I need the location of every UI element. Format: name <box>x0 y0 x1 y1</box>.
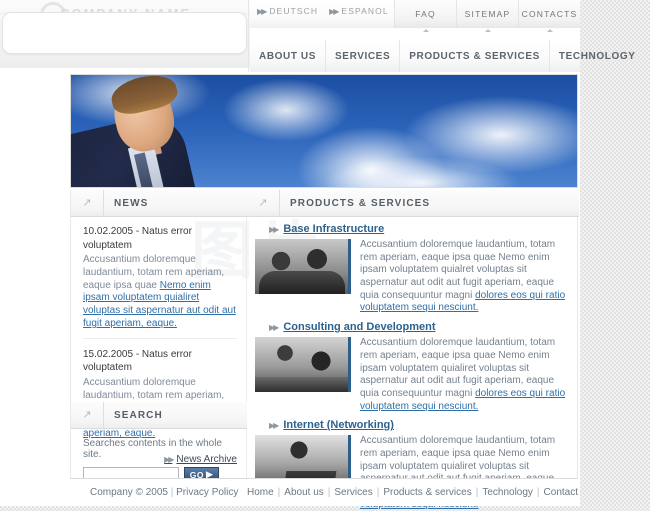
logo-plate <box>2 12 247 54</box>
news-item: 10.02.2005 - Natus error voluptatem Accu… <box>83 225 237 339</box>
footer-divider: | <box>475 487 479 498</box>
service-title-link[interactable]: Consulting and Development <box>283 321 435 333</box>
footer-link-services[interactable]: Services <box>334 487 372 498</box>
arrow-up-right-icon: ↗ <box>258 196 268 209</box>
double-arrow-icon: ▶▶ <box>257 6 267 16</box>
tab-faq-label: FAQ <box>415 9 436 19</box>
hero-businessman-photo <box>71 75 236 187</box>
footer-divider: | <box>277 487 281 498</box>
logo-plate-inner <box>12 18 234 30</box>
hero-banner <box>70 74 578 188</box>
main-navigation: ABOUT US SERVICES PRODUCTS & SERVICES TE… <box>250 40 635 72</box>
footer-links: Home | About us | Services | Products & … <box>247 487 578 498</box>
arrow-up-right-icon: ↗ <box>82 408 92 421</box>
footer-link-technology[interactable]: Technology <box>482 487 533 498</box>
footer-divider: | <box>170 487 174 498</box>
news-section-header: ↗ NEWS <box>71 190 247 217</box>
double-arrow-icon: ▶▶ <box>269 224 279 234</box>
utility-tabs: FAQ SITEMAP CONTACTS <box>394 0 580 32</box>
content-area: 图片 ↗ NEWS 10.02.2005 - Natus error volup… <box>70 190 579 510</box>
search-body: Searches contents in the whole site. GO … <box>71 429 247 482</box>
footer-link-contact[interactable]: Contact <box>544 487 578 498</box>
caret-down-icon <box>546 29 553 32</box>
footer-privacy-link[interactable]: Privacy Policy <box>176 487 238 498</box>
service-title-link[interactable]: Base Infrastructure <box>283 223 384 235</box>
service-title-row: ▶▶ Internet (Networking) <box>255 419 571 431</box>
nav-item-about-us-label: ABOUT US <box>259 50 317 62</box>
caret-down-icon <box>484 29 491 32</box>
caret-down-icon <box>422 29 429 32</box>
service-row: Accusantium doloremque laudantium, totam… <box>255 239 571 315</box>
lang-link-espanol[interactable]: ▶▶ ESPANOL <box>329 6 389 16</box>
products-section-title: PRODUCTS & SERVICES <box>279 190 579 216</box>
footer-divider: | <box>376 487 380 498</box>
footer-link-home[interactable]: Home <box>247 487 274 498</box>
news-item-date: 10.02.2005 - Natus error voluptatem <box>83 226 192 251</box>
news-section-title: NEWS <box>103 190 247 216</box>
service-title-link[interactable]: Internet (Networking) <box>283 419 394 431</box>
two-businessmen-photo <box>255 239 351 294</box>
tab-contacts-label: CONTACTS <box>521 9 578 19</box>
service-item: ▶▶ Consulting and Development Accusantiu… <box>247 321 579 413</box>
lang-link-espanol-label: ESPANOL <box>341 6 389 16</box>
left-column: ↗ NEWS 10.02.2005 - Natus error voluptat… <box>71 190 247 482</box>
header-divider <box>248 0 249 72</box>
arrow-up-right-icon: ↗ <box>82 196 92 209</box>
service-text: Accusantium doloremque laudantium, totam… <box>351 239 571 315</box>
footer-divider: | <box>327 487 331 498</box>
site-header: COMPANY NAME ▶▶ DEUTSCH ▶▶ ESPANOL <box>0 0 635 72</box>
footer-copyright: Company © 2005 <box>90 487 168 498</box>
services-list: ▶▶ Base Infrastructure Accusantium dolor… <box>247 217 579 511</box>
news-item-date: 15.02.2005 - Natus error voluptatem <box>83 348 192 374</box>
search-caption: Searches contents in the whole site. <box>83 438 222 460</box>
tab-faq[interactable]: FAQ <box>394 0 456 32</box>
tab-contacts[interactable]: CONTACTS <box>518 0 580 32</box>
footer-link-about-us[interactable]: About us <box>284 487 323 498</box>
footer-left: Company © 2005 | Privacy Policy <box>70 487 247 498</box>
right-column: ↗ PRODUCTS & SERVICES ▶▶ Base Infrastruc… <box>247 190 579 510</box>
products-section-header: ↗ PRODUCTS & SERVICES <box>247 190 579 217</box>
right-background-rail <box>580 0 650 506</box>
nav-item-products-services[interactable]: PRODUCTS & SERVICES <box>400 40 550 72</box>
nav-item-about-us[interactable]: ABOUT US <box>250 40 327 72</box>
service-text: Accusantium doloremque laudantium, totam… <box>351 337 571 413</box>
page-root: COMPANY NAME ▶▶ DEUTSCH ▶▶ ESPANOL <box>0 0 650 510</box>
utility-toolbar: ▶▶ DEUTSCH ▶▶ ESPANOL FAQ SITEMAP CONTAC… <box>250 0 580 32</box>
double-arrow-icon: ▶▶ <box>329 6 339 16</box>
tab-sitemap-label: SITEMAP <box>464 9 511 19</box>
double-arrow-icon: ▶▶ <box>269 420 279 430</box>
search-block: ↗ SEARCH Searches contents in the whole … <box>71 402 247 482</box>
service-row: Accusantium doloremque laudantium, totam… <box>255 337 571 413</box>
language-links: ▶▶ DEUTSCH ▶▶ ESPANOL <box>257 6 389 16</box>
service-title-row: ▶▶ Base Infrastructure <box>255 223 571 235</box>
service-title-row: ▶▶ Consulting and Development <box>255 321 571 333</box>
nav-item-services[interactable]: SERVICES <box>326 40 401 72</box>
search-section-title: SEARCH <box>103 402 247 428</box>
nav-item-products-services-label: PRODUCTS & SERVICES <box>409 50 540 62</box>
lang-link-deutsch[interactable]: ▶▶ DEUTSCH <box>257 6 318 16</box>
content-shell: COMPANY NAME ▶▶ DEUTSCH ▶▶ ESPANOL <box>0 0 635 510</box>
logo-zone[interactable]: COMPANY NAME <box>0 0 250 68</box>
footer-link-products-services[interactable]: Products & services <box>383 487 471 498</box>
lang-link-deutsch-label: DEUTSCH <box>269 6 319 16</box>
news-item-body: Accusantium doloremque laudantium, totam… <box>83 254 237 331</box>
tab-sitemap[interactable]: SITEMAP <box>456 0 518 32</box>
double-arrow-icon: ▶▶ <box>269 322 279 332</box>
search-section-header: ↗ SEARCH <box>71 402 247 429</box>
site-footer: Company © 2005 | Privacy Policy Home | A… <box>70 478 578 506</box>
service-item: ▶▶ Base Infrastructure Accusantium dolor… <box>247 223 579 315</box>
footer-divider: | <box>536 487 540 498</box>
nav-item-services-label: SERVICES <box>335 50 391 62</box>
meeting-with-laptop-photo <box>255 337 351 393</box>
